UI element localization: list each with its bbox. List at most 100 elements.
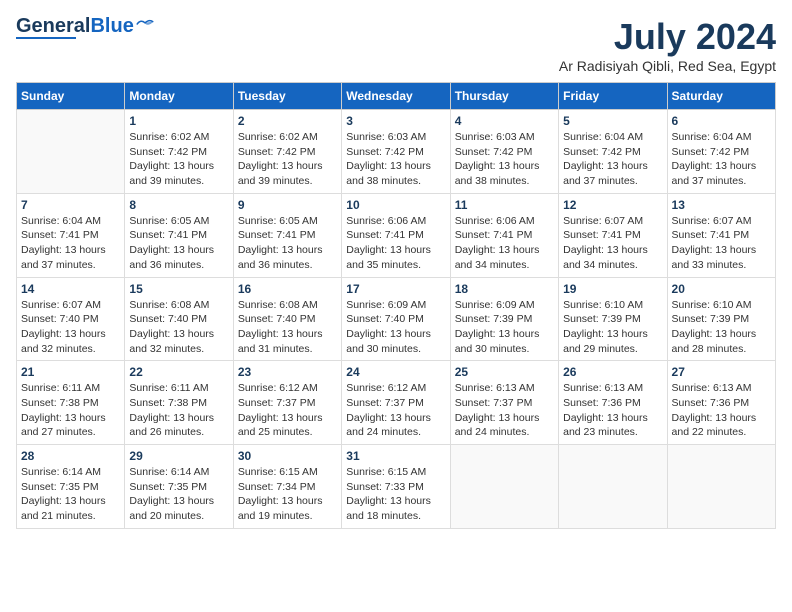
day-info: Sunrise: 6:15 AMSunset: 7:34 PMDaylight:… bbox=[238, 465, 337, 524]
table-row: 6 Sunrise: 6:04 AMSunset: 7:42 PMDaylight… bbox=[667, 110, 775, 194]
calendar-header-row: Sunday Monday Tuesday Wednesday Thursday… bbox=[17, 83, 776, 110]
day-number: 26 bbox=[563, 365, 662, 379]
table-row bbox=[559, 445, 667, 529]
table-row: 18 Sunrise: 6:09 AMSunset: 7:39 PMDayligh… bbox=[450, 277, 558, 361]
calendar-week-row: 14 Sunrise: 6:07 AMSunset: 7:40 PMDayligh… bbox=[17, 277, 776, 361]
day-info: Sunrise: 6:03 AMSunset: 7:42 PMDaylight:… bbox=[346, 130, 445, 189]
day-number: 2 bbox=[238, 114, 337, 128]
header-sunday: Sunday bbox=[17, 83, 125, 110]
day-number: 6 bbox=[672, 114, 771, 128]
logo: GeneralBlue bbox=[16, 16, 154, 39]
day-number: 23 bbox=[238, 365, 337, 379]
calendar-week-row: 21Sunrise: 6:11 AMSunset: 7:38 PMDayligh… bbox=[17, 361, 776, 445]
day-number: 29 bbox=[129, 449, 228, 463]
day-number: 8 bbox=[129, 198, 228, 212]
day-number: 1 bbox=[129, 114, 228, 128]
day-info: Sunrise: 6:12 AMSunset: 7:37 PMDaylight:… bbox=[238, 381, 337, 440]
day-number: 17 bbox=[346, 282, 445, 296]
day-number: 28 bbox=[21, 449, 120, 463]
table-row: 14 Sunrise: 6:07 AMSunset: 7:40 PMDayligh… bbox=[17, 277, 125, 361]
page-header: GeneralBlue July 2024 Ar Radisiyah Qibli… bbox=[16, 16, 776, 74]
table-row: 30 Sunrise: 6:15 AMSunset: 7:34 PMDayligh… bbox=[233, 445, 341, 529]
table-row: 3 Sunrise: 6:03 AMSunset: 7:42 PMDaylight… bbox=[342, 110, 450, 194]
table-row bbox=[17, 110, 125, 194]
day-info: Sunrise: 6:10 AMSunset: 7:39 PMDaylight:… bbox=[563, 298, 662, 357]
day-number: 3 bbox=[346, 114, 445, 128]
day-info: Sunrise: 6:10 AMSunset: 7:39 PMDaylight:… bbox=[672, 298, 771, 357]
day-number: 19 bbox=[563, 282, 662, 296]
logo-text: GeneralBlue bbox=[16, 16, 134, 36]
day-number: 7 bbox=[21, 198, 120, 212]
header-wednesday: Wednesday bbox=[342, 83, 450, 110]
calendar-week-row: 28 Sunrise: 6:14 AMSunset: 7:35 PMDayligh… bbox=[17, 445, 776, 529]
header-tuesday: Tuesday bbox=[233, 83, 341, 110]
day-info: Sunrise: 6:08 AMSunset: 7:40 PMDaylight:… bbox=[129, 298, 228, 357]
day-number: 5 bbox=[563, 114, 662, 128]
table-row: 29 Sunrise: 6:14 AMSunset: 7:35 PMDayligh… bbox=[125, 445, 233, 529]
table-row: 19 Sunrise: 6:10 AMSunset: 7:39 PMDayligh… bbox=[559, 277, 667, 361]
table-row: 10Sunrise: 6:06 AMSunset: 7:41 PMDayligh… bbox=[342, 193, 450, 277]
table-row bbox=[667, 445, 775, 529]
day-number: 27 bbox=[672, 365, 771, 379]
table-row: 15 Sunrise: 6:08 AMSunset: 7:40 PMDayligh… bbox=[125, 277, 233, 361]
table-row: 21Sunrise: 6:11 AMSunset: 7:38 PMDayligh… bbox=[17, 361, 125, 445]
day-number: 20 bbox=[672, 282, 771, 296]
table-row: 5 Sunrise: 6:04 AMSunset: 7:42 PMDaylight… bbox=[559, 110, 667, 194]
header-saturday: Saturday bbox=[667, 83, 775, 110]
day-info: Sunrise: 6:13 AMSunset: 7:36 PMDaylight:… bbox=[563, 381, 662, 440]
day-number: 31 bbox=[346, 449, 445, 463]
day-info: Sunrise: 6:07 AMSunset: 7:41 PMDaylight:… bbox=[563, 214, 662, 273]
day-number: 12 bbox=[563, 198, 662, 212]
calendar-week-row: 1 Sunrise: 6:02 AMSunset: 7:42 PMDaylight… bbox=[17, 110, 776, 194]
day-number: 15 bbox=[129, 282, 228, 296]
day-info: Sunrise: 6:12 AMSunset: 7:37 PMDaylight:… bbox=[346, 381, 445, 440]
day-number: 30 bbox=[238, 449, 337, 463]
table-row: 20 Sunrise: 6:10 AMSunset: 7:39 PMDayligh… bbox=[667, 277, 775, 361]
day-number: 21 bbox=[21, 365, 120, 379]
day-number: 13 bbox=[672, 198, 771, 212]
table-row: 7Sunrise: 6:04 AMSunset: 7:41 PMDaylight… bbox=[17, 193, 125, 277]
header-monday: Monday bbox=[125, 83, 233, 110]
day-info: Sunrise: 6:08 AMSunset: 7:40 PMDaylight:… bbox=[238, 298, 337, 357]
day-info: Sunrise: 6:04 AMSunset: 7:42 PMDaylight:… bbox=[672, 130, 771, 189]
day-number: 10 bbox=[346, 198, 445, 212]
day-info: Sunrise: 6:14 AMSunset: 7:35 PMDaylight:… bbox=[129, 465, 228, 524]
day-info: Sunrise: 6:07 AMSunset: 7:41 PMDaylight:… bbox=[672, 214, 771, 273]
table-row: 9Sunrise: 6:05 AMSunset: 7:41 PMDaylight… bbox=[233, 193, 341, 277]
day-number: 14 bbox=[21, 282, 120, 296]
table-row bbox=[450, 445, 558, 529]
day-number: 24 bbox=[346, 365, 445, 379]
table-row: 24 Sunrise: 6:12 AMSunset: 7:37 PMDayligh… bbox=[342, 361, 450, 445]
day-number: 18 bbox=[455, 282, 554, 296]
day-number: 16 bbox=[238, 282, 337, 296]
day-info: Sunrise: 6:09 AMSunset: 7:40 PMDaylight:… bbox=[346, 298, 445, 357]
title-area: July 2024 Ar Radisiyah Qibli, Red Sea, E… bbox=[559, 16, 776, 74]
day-info: Sunrise: 6:15 AMSunset: 7:33 PMDaylight:… bbox=[346, 465, 445, 524]
day-info: Sunrise: 6:14 AMSunset: 7:35 PMDaylight:… bbox=[21, 465, 120, 524]
table-row: 1 Sunrise: 6:02 AMSunset: 7:42 PMDaylight… bbox=[125, 110, 233, 194]
day-info: Sunrise: 6:04 AMSunset: 7:42 PMDaylight:… bbox=[563, 130, 662, 189]
table-row: 27 Sunrise: 6:13 AMSunset: 7:36 PMDayligh… bbox=[667, 361, 775, 445]
location-subtitle: Ar Radisiyah Qibli, Red Sea, Egypt bbox=[559, 58, 776, 74]
table-row: 8 Sunrise: 6:05 AMSunset: 7:41 PMDaylight… bbox=[125, 193, 233, 277]
day-info: Sunrise: 6:05 AMSunset: 7:41 PMDaylight:… bbox=[238, 214, 337, 273]
logo-bird-icon bbox=[136, 17, 154, 31]
table-row: 28 Sunrise: 6:14 AMSunset: 7:35 PMDayligh… bbox=[17, 445, 125, 529]
month-title: July 2024 bbox=[559, 16, 776, 58]
table-row: 31 Sunrise: 6:15 AMSunset: 7:33 PMDayligh… bbox=[342, 445, 450, 529]
table-row: 17 Sunrise: 6:09 AMSunset: 7:40 PMDayligh… bbox=[342, 277, 450, 361]
day-info: Sunrise: 6:09 AMSunset: 7:39 PMDaylight:… bbox=[455, 298, 554, 357]
table-row: 4Sunrise: 6:03 AMSunset: 7:42 PMDaylight… bbox=[450, 110, 558, 194]
day-info: Sunrise: 6:07 AMSunset: 7:40 PMDaylight:… bbox=[21, 298, 120, 357]
table-row: 22Sunrise: 6:11 AMSunset: 7:38 PMDayligh… bbox=[125, 361, 233, 445]
table-row: 2Sunrise: 6:02 AMSunset: 7:42 PMDaylight… bbox=[233, 110, 341, 194]
header-thursday: Thursday bbox=[450, 83, 558, 110]
day-info: Sunrise: 6:13 AMSunset: 7:36 PMDaylight:… bbox=[672, 381, 771, 440]
table-row: 12 Sunrise: 6:07 AMSunset: 7:41 PMDayligh… bbox=[559, 193, 667, 277]
table-row: 23 Sunrise: 6:12 AMSunset: 7:37 PMDayligh… bbox=[233, 361, 341, 445]
day-info: Sunrise: 6:02 AMSunset: 7:42 PMDaylight:… bbox=[129, 130, 228, 189]
header-friday: Friday bbox=[559, 83, 667, 110]
day-info: Sunrise: 6:05 AMSunset: 7:41 PMDaylight:… bbox=[129, 214, 228, 273]
day-number: 11 bbox=[455, 198, 554, 212]
day-info: Sunrise: 6:03 AMSunset: 7:42 PMDaylight:… bbox=[455, 130, 554, 189]
